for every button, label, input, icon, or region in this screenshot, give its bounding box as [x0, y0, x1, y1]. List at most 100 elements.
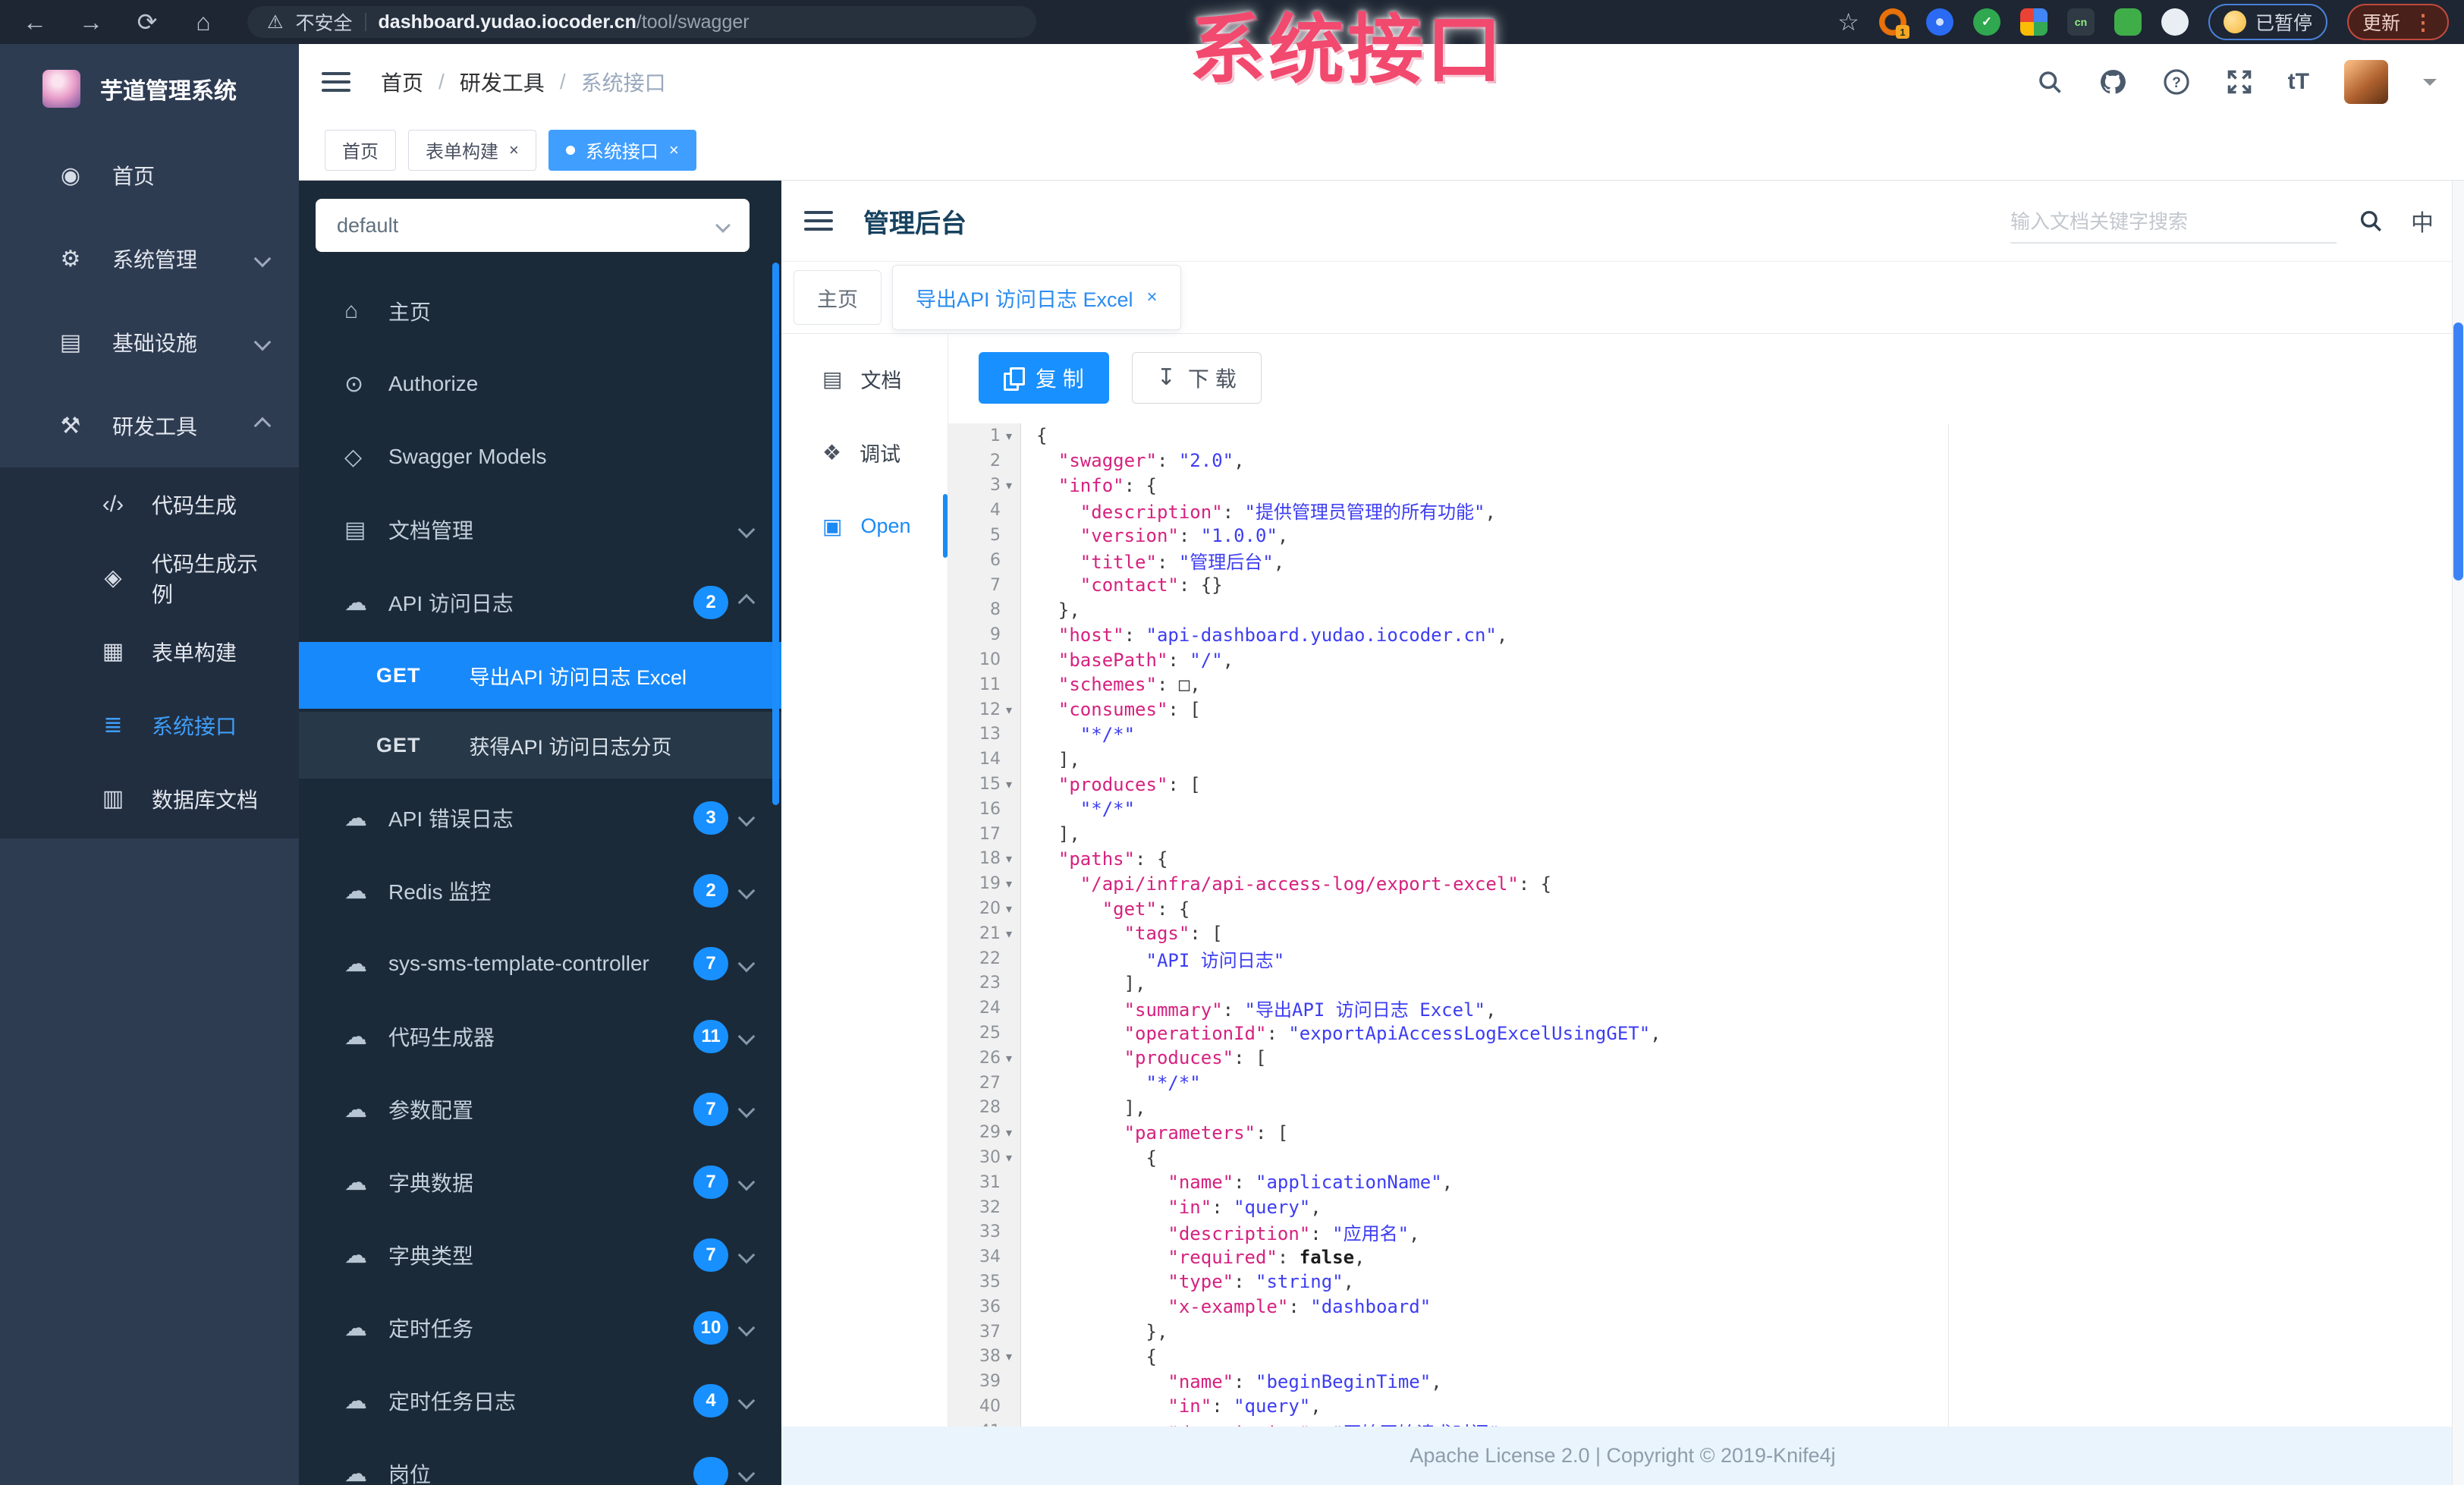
- doc-search-icon[interactable]: [2358, 208, 2384, 234]
- count-badge: 11: [693, 1020, 728, 1053]
- fold-toggle-icon[interactable]: ▾: [1001, 1349, 1017, 1364]
- main-scrollbar-thumb[interactable]: [2453, 322, 2463, 580]
- close-tag-icon[interactable]: ×: [509, 140, 519, 160]
- api-group-select[interactable]: default: [316, 199, 750, 252]
- doc-tab[interactable]: 主页: [794, 270, 882, 325]
- api-sidebar-scrollbar-thumb[interactable]: [772, 263, 779, 805]
- breadcrumb-item[interactable]: 首页: [381, 67, 423, 97]
- update-button[interactable]: 更新 ⋮: [2346, 4, 2449, 40]
- fold-toggle-icon[interactable]: ▾: [1001, 429, 1017, 443]
- api-sidebar-item[interactable]: ☁ 定时任务日志 4: [299, 1364, 781, 1437]
- line-number: 20: [979, 899, 1001, 919]
- fold-toggle-icon[interactable]: ▾: [1001, 777, 1017, 791]
- browser-back-icon[interactable]: ←: [20, 8, 50, 36]
- search-icon[interactable]: [2036, 68, 2063, 96]
- extension-icon[interactable]: [2161, 8, 2189, 36]
- fold-toggle-icon[interactable]: ▾: [1001, 851, 1017, 866]
- code-token: "/api/infra/api-access-log/export-excel": [1036, 873, 1519, 895]
- api-sidebar-item[interactable]: ▤ 文档管理: [299, 493, 781, 566]
- main-scrollbar[interactable]: [2452, 181, 2464, 1485]
- address-bar[interactable]: ⚠ 不安全 dashboard.yudao.iocoder.cn/tool/sw…: [247, 6, 1036, 38]
- code-text: "API 访问日志": [1021, 945, 1284, 972]
- view-tag[interactable]: 首页: [325, 129, 396, 171]
- api-sidebar-item[interactable]: ☁ Redis 监控 2: [299, 854, 781, 927]
- extension-icon[interactable]: [2019, 8, 2048, 36]
- close-tag-icon[interactable]: ×: [669, 140, 679, 160]
- user-avatar[interactable]: [2344, 60, 2388, 104]
- sidebar-item-table[interactable]: ▥ 数据库文档: [0, 762, 299, 835]
- api-sidebar-item[interactable]: ☁ API 错误日志 3: [299, 782, 781, 854]
- copy-button[interactable]: 复 制: [979, 352, 1109, 404]
- doc-tab[interactable]: 导出API 访问日志 Excel ×: [892, 265, 1181, 330]
- browser-menu-icon[interactable]: ⋮: [2412, 10, 2434, 35]
- fold-toggle-icon[interactable]: ▾: [1001, 927, 1017, 941]
- line-number: 7: [990, 575, 1001, 595]
- view-tag[interactable]: 表单构建 ×: [408, 129, 536, 171]
- sidebar-item-tools[interactable]: ⚒ 研发工具: [0, 384, 299, 467]
- bookmark-star-icon[interactable]: ☆: [1837, 8, 1859, 36]
- browser-forward-icon[interactable]: →: [76, 8, 106, 36]
- api-sidebar-item[interactable]: ◇ Swagger Models: [299, 420, 781, 493]
- api-sidebar-item[interactable]: ☁ 参数配置 7: [299, 1073, 781, 1146]
- api-sidebar-item[interactable]: ☁ API 访问日志 2: [299, 566, 781, 639]
- fullscreen-icon[interactable]: [2226, 68, 2253, 96]
- api-endpoint-item[interactable]: GET 导出API 访问日志 Excel: [299, 642, 781, 709]
- line-gutter: 7: [948, 572, 1021, 598]
- doc-search-input[interactable]: 输入文档关键字搜索: [2010, 198, 2337, 244]
- fold-toggle-icon[interactable]: ▾: [1001, 876, 1017, 891]
- sidebar-item-code[interactable]: ‹/› 代码生成: [0, 467, 299, 541]
- download-button[interactable]: ↧ 下 载: [1131, 352, 1262, 404]
- fold-toggle-icon[interactable]: ▾: [1001, 901, 1017, 916]
- sidebar-item-api[interactable]: ≣ 系统接口: [0, 688, 299, 762]
- app-logo[interactable]: 芋道管理系统: [0, 44, 299, 134]
- api-sidebar-item[interactable]: ⌂ 主页: [299, 275, 781, 348]
- avatar-caret-icon[interactable]: [2423, 79, 2437, 93]
- language-toggle[interactable]: 中: [2411, 204, 2434, 238]
- sidebar-item-monitor[interactable]: ▤ 基础设施: [0, 300, 299, 384]
- api-sidebar-item[interactable]: ☁ 代码生成器 11: [299, 1000, 781, 1073]
- sidebar-item-form[interactable]: ▦ 表单构建: [0, 615, 299, 688]
- browser-home-icon[interactable]: ⌂: [188, 8, 218, 36]
- api-sidebar-item[interactable]: ⊙ Authorize: [299, 348, 781, 420]
- doc-nav-item-文档[interactable]: ▤ 文档: [781, 345, 948, 413]
- code-token: "description": [1036, 1223, 1311, 1245]
- line-number: 6: [990, 550, 1001, 570]
- api-sidebar-item[interactable]: ☁ 字典类型 7: [299, 1219, 781, 1292]
- collapse-sidebar-icon[interactable]: [322, 72, 350, 92]
- fold-toggle-icon[interactable]: ▾: [1001, 1150, 1017, 1165]
- code-token: : [: [1190, 923, 1223, 945]
- sidebar-item-gear[interactable]: ⚙ 系统管理: [0, 217, 299, 300]
- extension-icon[interactable]: 1: [1878, 8, 1909, 39]
- extension-icon[interactable]: [1925, 8, 1953, 36]
- extension-icon[interactable]: cn: [2066, 8, 2095, 36]
- github-icon[interactable]: [2098, 68, 2127, 96]
- browser-reload-icon[interactable]: ⟳: [132, 8, 162, 36]
- line-number: 39: [979, 1372, 1001, 1392]
- code-editor[interactable]: 1 ▾{2 "swagger": "2.0", 3 ▾ "info": {4 "des…: [948, 423, 2464, 1427]
- collapse-doc-nav-icon[interactable]: [804, 211, 833, 231]
- api-sidebar-item[interactable]: ☁ 字典数据 7: [299, 1146, 781, 1219]
- fold-toggle-icon[interactable]: ▾: [1001, 703, 1017, 717]
- api-sidebar-item[interactable]: ☁ sys-sms-template-controller 7: [299, 927, 781, 1000]
- view-tag[interactable]: 系统接口 ×: [548, 129, 696, 171]
- sidebar-item-shield[interactable]: ◈ 代码生成示例: [0, 541, 299, 615]
- code-text: "title": "管理后台",: [1021, 547, 1284, 574]
- api-endpoint-item[interactable]: GET 获得API 访问日志分页: [299, 712, 781, 779]
- doc-nav-item-调试[interactable]: ❖ 调试: [781, 418, 948, 486]
- fold-toggle-icon[interactable]: ▾: [1001, 1051, 1017, 1065]
- fold-toggle-icon[interactable]: ▾: [1001, 478, 1017, 492]
- extension-icon[interactable]: [2114, 8, 2142, 36]
- api-sidebar-item[interactable]: ☁ 岗位: [299, 1437, 781, 1485]
- doc-nav-item-open[interactable]: ▣ Open: [781, 492, 948, 560]
- breadcrumb-item[interactable]: 研发工具: [460, 67, 545, 97]
- font-size-icon[interactable]: tT: [2288, 69, 2309, 95]
- sidebar-item-dashboard[interactable]: ◉ 首页: [0, 134, 299, 217]
- help-icon[interactable]: ?: [2162, 68, 2191, 96]
- extension-icon[interactable]: ✓: [1972, 8, 2000, 36]
- fold-toggle-icon[interactable]: ▾: [1001, 1125, 1017, 1140]
- api-sidebar-item[interactable]: ☁ 定时任务 10: [299, 1292, 781, 1364]
- api-menu: ⌂ 主页 ⊙ Authorize ◇ Swagger Models ▤ 文档管理 ☁ API 访问…: [299, 275, 781, 1485]
- close-tab-icon[interactable]: ×: [1147, 287, 1158, 308]
- paused-button[interactable]: 已暂停: [2208, 4, 2327, 40]
- security-label[interactable]: 不安全: [296, 8, 353, 36]
